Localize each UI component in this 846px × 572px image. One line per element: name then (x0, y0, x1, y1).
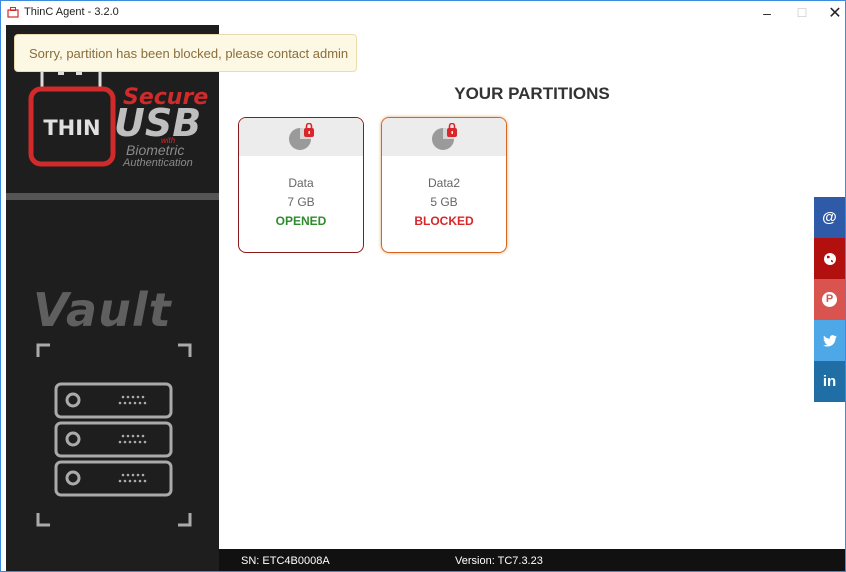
card-header (382, 118, 506, 156)
twitter-button[interactable] (814, 320, 845, 361)
partition-size: 7 GB (287, 195, 315, 209)
partition-status: BLOCKED (414, 214, 474, 228)
title-bar: ThinC Agent - 3.2.0 – ☐ ✕ (1, 1, 845, 25)
logo-biometric-text: Biometric (126, 142, 185, 158)
logo-thin-text: THIN (43, 116, 100, 140)
sidebar-divider (6, 193, 219, 200)
twitter-icon (822, 334, 837, 347)
linkedin-button[interactable]: in (814, 361, 845, 402)
sidebar-panel: THIN Secure USB with Biometric Authentic… (6, 25, 219, 571)
close-button[interactable]: ✕ (819, 1, 845, 25)
app-window: ThinC Agent - 3.2.0 – ☐ ✕ THIN Secure US… (0, 0, 846, 572)
logo-usb-text: USB (114, 101, 202, 145)
window-title: ThinC Agent - 3.2.0 (24, 6, 119, 18)
alert-banner: Sorry, partition has been blocked, pleas… (14, 34, 357, 72)
pinterest-icon: P (822, 292, 837, 307)
maximize-button[interactable]: ☐ (786, 1, 818, 25)
pinterest-button[interactable]: P (814, 279, 845, 320)
partition-name: Data2 (427, 176, 461, 190)
partition-status: OPENED (275, 214, 327, 228)
partition-card-data2[interactable]: Data2 5 GB BLOCKED (381, 117, 507, 253)
version-label: Version: TC7.3.23 (455, 555, 543, 567)
email-button[interactable]: @ (814, 197, 845, 238)
minimize-button[interactable]: – (751, 1, 783, 25)
globe-icon (823, 252, 836, 265)
partition-locked-icon (289, 123, 314, 150)
card-header (239, 118, 363, 156)
partition-size: 5 GB (430, 195, 458, 209)
serial-number: SN: ETC4B0008A (241, 555, 330, 567)
partition-locked-icon (432, 123, 457, 150)
server-vault-icon (36, 343, 192, 527)
partition-name: Data (288, 176, 314, 190)
vault-title: Vault (33, 283, 172, 337)
logo-authentication-text: Authentication (123, 157, 193, 169)
status-bar: SN: ETC4B0008A Version: TC7.3.23 (219, 549, 845, 571)
app-icon (7, 7, 19, 18)
page-title: YOUR PARTITIONS (454, 84, 610, 103)
partition-card-data[interactable]: Data 7 GB OPENED (238, 117, 364, 253)
globe-button[interactable] (814, 238, 845, 279)
